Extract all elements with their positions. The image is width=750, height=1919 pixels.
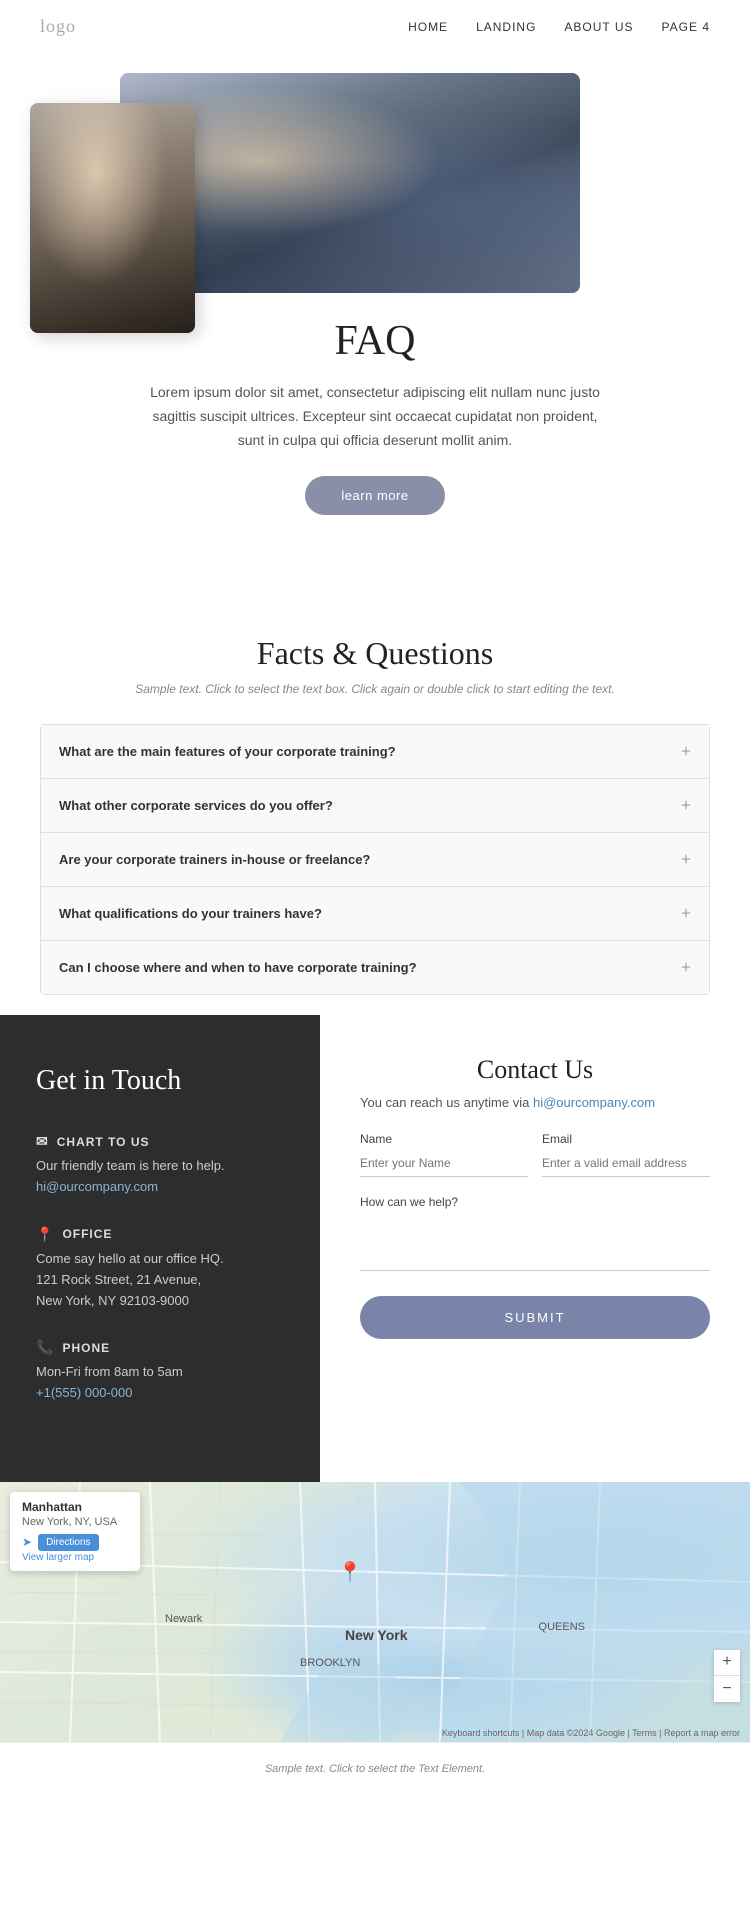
phone-number-link[interactable]: +1(555) 000-000 <box>36 1385 133 1400</box>
email-input[interactable] <box>542 1150 710 1177</box>
zoom-out-button[interactable]: − <box>714 1676 740 1702</box>
larger-map-link[interactable]: View larger map <box>22 1552 94 1563</box>
contact-chart: ✉ CHART TO US Our friendly team is here … <box>36 1133 284 1198</box>
plus-icon: + <box>681 957 691 978</box>
logo: logo <box>40 16 76 37</box>
faq-item-text: Are your corporate trainers in-house or … <box>59 852 370 867</box>
form-email-group: Email <box>542 1132 710 1177</box>
map-popup-title: Manhattan <box>22 1500 128 1514</box>
plus-icon: + <box>681 903 691 924</box>
form-message-group: How can we help? <box>360 1193 710 1276</box>
map-background: New York BROOKLYN Newark QUEENS 📍 Manhat… <box>0 1482 750 1742</box>
directions-button[interactable]: Directions <box>38 1534 98 1551</box>
form-name-group: Name <box>360 1132 528 1177</box>
faq-subtitle: Sample text. Click to select the text bo… <box>40 682 710 696</box>
map-label-new-york: New York <box>345 1627 408 1643</box>
contact-office: 📍 OFFICE Come say hello at our office HQ… <box>36 1226 284 1311</box>
hero-description: Lorem ipsum dolor sit amet, consectetur … <box>145 381 605 452</box>
contact-reach-text: You can reach us anytime via hi@ourcompa… <box>360 1095 710 1110</box>
faq-item[interactable]: Are your corporate trainers in-house or … <box>41 833 709 887</box>
office-label: 📍 OFFICE <box>36 1226 284 1243</box>
plus-icon: + <box>681 849 691 870</box>
faq-item[interactable]: What qualifications do your trainers hav… <box>41 887 709 941</box>
plus-icon: + <box>681 741 691 762</box>
message-label: How can we help? <box>360 1195 458 1209</box>
map-label-brooklyn: BROOKLYN <box>300 1657 360 1669</box>
faq-item-text: What qualifications do your trainers hav… <box>59 906 322 921</box>
hero-section: FAQ Lorem ipsum dolor sit amet, consecte… <box>0 53 750 575</box>
nav-about[interactable]: ABOUT US <box>564 20 633 34</box>
map-pin-icon: 📍 <box>338 1560 363 1585</box>
email-label: Email <box>542 1132 710 1146</box>
footer-text: Sample text. Click to select the Text El… <box>265 1763 485 1775</box>
submit-button[interactable]: SUBMIT <box>360 1296 710 1339</box>
contact-right: Contact Us You can reach us anytime via … <box>320 1015 750 1482</box>
phone-label: 📞 PHONE <box>36 1339 284 1356</box>
footer: Sample text. Click to select the Text El… <box>0 1742 750 1793</box>
map-popup-address: New York, NY, USA <box>22 1516 128 1528</box>
name-label: Name <box>360 1132 528 1146</box>
hero-image-secondary <box>30 103 195 333</box>
faq-title: Facts & Questions <box>40 635 710 672</box>
navbar: logo HOME LANDING ABOUT US PAGE 4 <box>0 0 750 53</box>
contact-us-title: Contact Us <box>360 1055 710 1085</box>
mail-icon: ✉ <box>36 1133 49 1150</box>
learn-more-button[interactable]: learn more <box>305 476 444 515</box>
office-body: Come say hello at our office HQ. 121 Roc… <box>36 1249 284 1311</box>
form-name-email-row: Name Email <box>360 1132 710 1177</box>
nav-landing[interactable]: LANDING <box>476 20 536 34</box>
map-zoom-controls: + − <box>714 1650 740 1702</box>
faq-item[interactable]: What are the main features of your corpo… <box>41 725 709 779</box>
message-textarea[interactable] <box>360 1211 710 1271</box>
faq-item[interactable]: Can I choose where and when to have corp… <box>41 941 709 994</box>
get-in-touch-title: Get in Touch <box>36 1065 284 1097</box>
zoom-in-button[interactable]: + <box>714 1650 740 1676</box>
faq-section: Facts & Questions Sample text. Click to … <box>0 575 750 1015</box>
contact-reach-email[interactable]: hi@ourcompany.com <box>533 1095 655 1110</box>
nav-page4[interactable]: PAGE 4 <box>662 20 710 34</box>
nav-links: HOME LANDING ABOUT US PAGE 4 <box>408 18 710 36</box>
contact-left: Get in Touch ✉ CHART TO US Our friendly … <box>0 1015 320 1482</box>
contact-section: Get in Touch ✉ CHART TO US Our friendly … <box>0 1015 750 1482</box>
faq-list: What are the main features of your corpo… <box>40 724 710 995</box>
faq-item-text: What are the main features of your corpo… <box>59 744 396 759</box>
name-input[interactable] <box>360 1150 528 1177</box>
chart-body: Our friendly team is here to help. hi@ou… <box>36 1156 284 1198</box>
chart-label: ✉ CHART TO US <box>36 1133 284 1150</box>
phone-icon: 📞 <box>36 1339 54 1356</box>
chart-email-link[interactable]: hi@ourcompany.com <box>36 1179 158 1194</box>
office-address: 121 Rock Street, 21 Avenue,New York, NY … <box>36 1270 284 1312</box>
faq-item[interactable]: What other corporate services do you off… <box>41 779 709 833</box>
phone-body: Mon-Fri from 8am to 5am +1(555) 000-000 <box>36 1362 284 1404</box>
faq-item-text: Can I choose where and when to have corp… <box>59 960 417 975</box>
map-popup-directions: ➤ Directions <box>22 1534 128 1551</box>
directions-icon: ➤ <box>22 1535 32 1549</box>
map-label-newark: Newark <box>165 1613 202 1625</box>
faq-item-text: What other corporate services do you off… <box>59 798 333 813</box>
contact-phone: 📞 PHONE Mon-Fri from 8am to 5am +1(555) … <box>36 1339 284 1404</box>
location-icon: 📍 <box>36 1226 54 1243</box>
map-attribution: Keyboard shortcuts | Map data ©2024 Goog… <box>442 1728 740 1738</box>
map-label-queens: QUEENS <box>539 1621 585 1633</box>
map-section: New York BROOKLYN Newark QUEENS 📍 Manhat… <box>0 1482 750 1742</box>
plus-icon: + <box>681 795 691 816</box>
nav-home[interactable]: HOME <box>408 20 448 34</box>
map-popup: Manhattan New York, NY, USA ➤ Directions… <box>10 1492 140 1571</box>
